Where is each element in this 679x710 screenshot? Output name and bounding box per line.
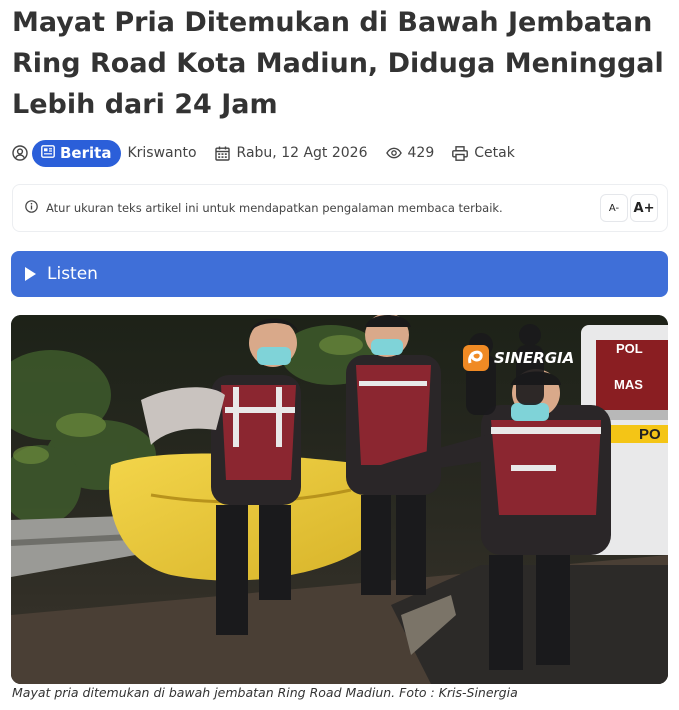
info-icon xyxy=(25,200,38,216)
car-text-2: MAS xyxy=(614,377,643,392)
eye-icon xyxy=(385,145,402,161)
printer-icon[interactable] xyxy=(452,145,469,161)
user-icon xyxy=(12,145,28,161)
listen-label: Listen xyxy=(47,264,98,284)
article-title: Mayat Pria Ditemukan di Bawah Jembatan R… xyxy=(12,7,664,120)
play-icon xyxy=(25,267,36,281)
print-link[interactable]: Cetak xyxy=(474,145,515,161)
increase-font-button[interactable]: A+ xyxy=(630,194,658,222)
news-icon xyxy=(41,144,55,162)
article-meta: Berita Kriswanto Rabu, 12 Agt 2026 429 C… xyxy=(12,139,515,167)
decrease-font-button[interactable]: A- xyxy=(600,194,628,222)
listen-button[interactable]: Listen xyxy=(11,251,668,297)
category-label: Berita xyxy=(60,144,112,162)
author-name[interactable]: Kriswanto xyxy=(127,145,196,161)
calendar-icon xyxy=(215,145,231,161)
article-photo: POL MAS PO SINERGIA xyxy=(11,315,668,684)
publish-date: Rabu, 12 Agt 2026 xyxy=(236,145,368,161)
car-text-3: PO xyxy=(639,426,661,443)
font-size-notice: Atur ukuran teks artikel ini untuk menda… xyxy=(12,184,668,232)
photo-caption: Mayat pria ditemukan di bawah jembatan R… xyxy=(12,685,518,700)
car-text-1: POL xyxy=(616,341,643,356)
view-count: 429 xyxy=(407,145,435,161)
watermark-text: SINERGIA xyxy=(494,349,574,367)
category-badge[interactable]: Berita xyxy=(32,139,122,167)
notice-text: Atur ukuran teks artikel ini untuk menda… xyxy=(46,201,503,215)
